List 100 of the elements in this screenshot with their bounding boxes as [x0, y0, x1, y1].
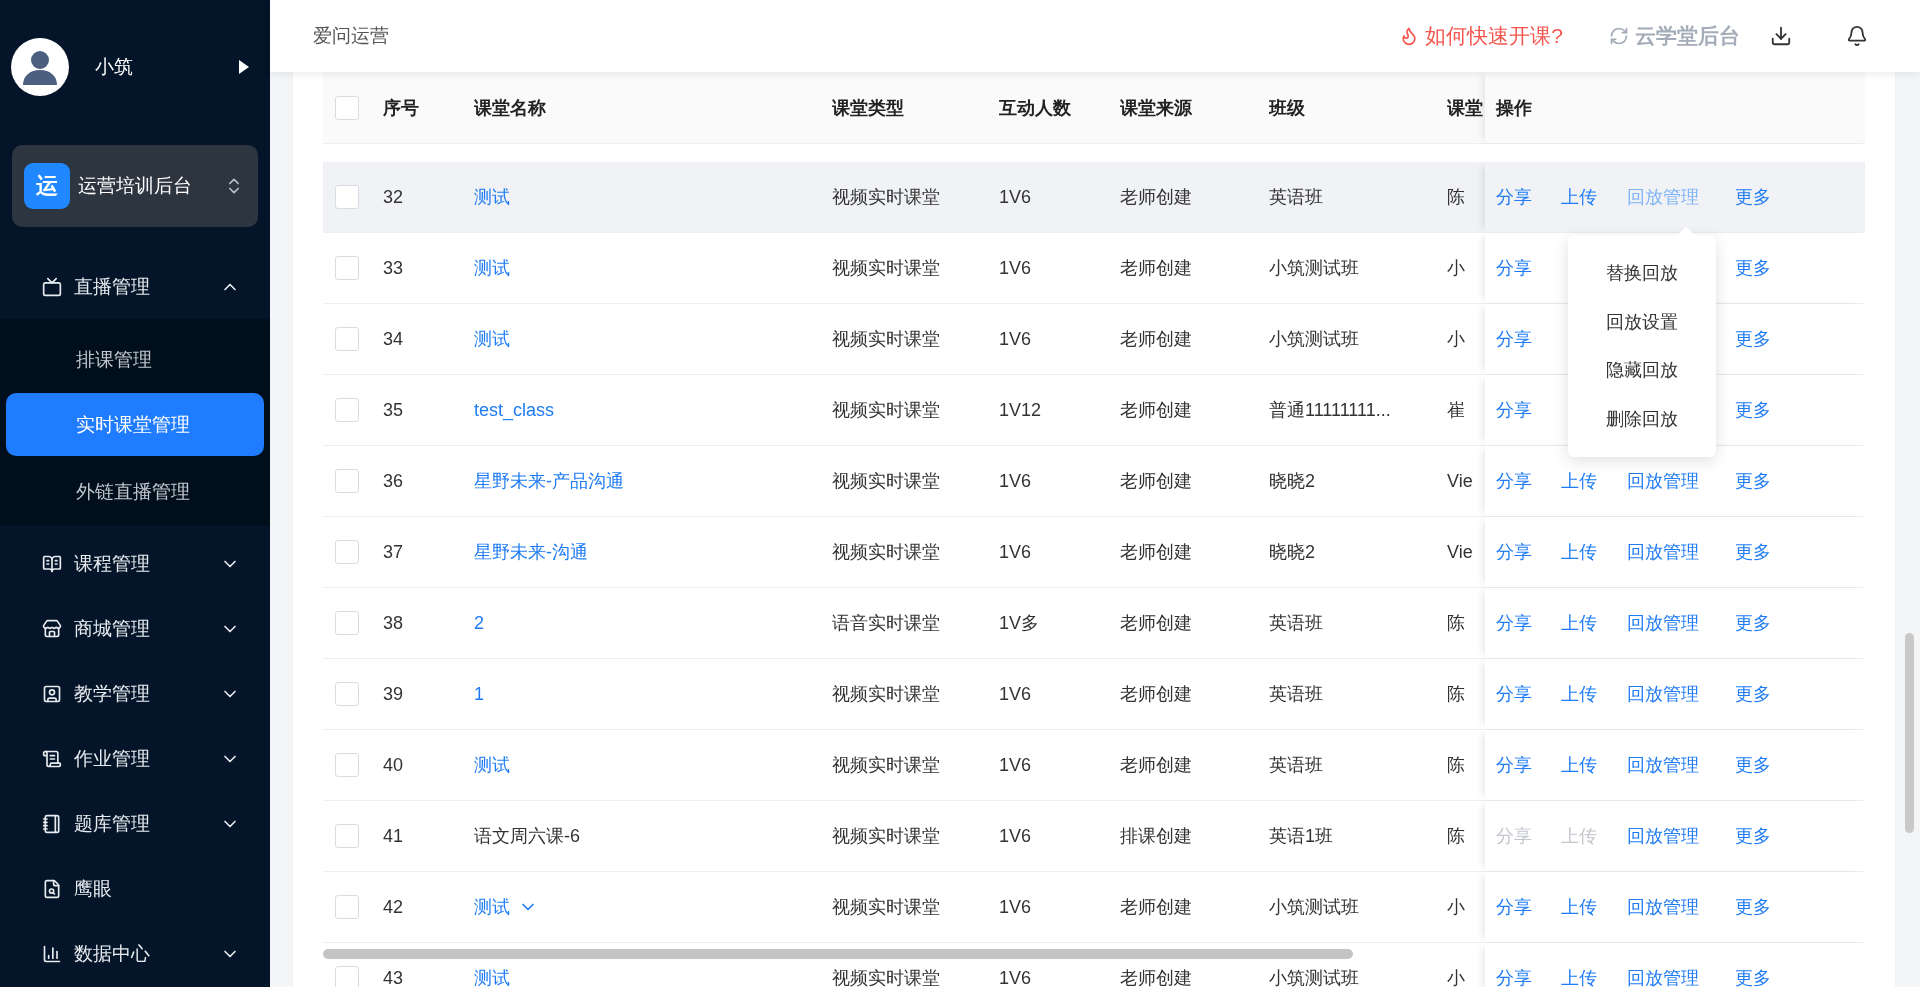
action-link[interactable]: 回放管理 — [1627, 966, 1699, 987]
class-name-link[interactable]: 星野未来-沟通 — [474, 540, 588, 564]
class-name-link[interactable]: 测试 — [474, 185, 510, 209]
submenu-item[interactable]: 实时课堂管理 — [6, 393, 264, 457]
action-link[interactable]: 分享 — [1496, 966, 1532, 987]
action-link[interactable]: 回放管理 — [1627, 682, 1699, 706]
table-cell-text: 1V6 — [999, 896, 1033, 918]
table-cell-text: 老师创建 — [1120, 186, 1193, 209]
row-checkbox[interactable] — [335, 540, 359, 564]
dropdown-item[interactable]: 替换回放 — [1568, 249, 1716, 298]
dropdown-item[interactable]: 隐藏回放 — [1568, 346, 1716, 395]
menu-item[interactable]: 鹰眼 — [0, 856, 270, 922]
class-name-link[interactable]: 测试 — [474, 753, 510, 777]
action-link[interactable]: 回放管理 — [1627, 824, 1699, 848]
menu-item[interactable]: 课程管理 — [0, 531, 270, 597]
class-name-link[interactable]: 2 — [474, 612, 484, 634]
action-link[interactable]: 回放管理 — [1627, 540, 1699, 564]
row-checkbox[interactable] — [335, 824, 359, 848]
action-link[interactable]: 更多 — [1735, 256, 1771, 280]
menu-item[interactable]: 教学管理 — [0, 661, 270, 727]
submenu-item[interactable]: 外链直播管理 — [0, 459, 270, 526]
action-link[interactable]: 更多 — [1735, 682, 1771, 706]
action-link[interactable]: 上传 — [1561, 611, 1597, 635]
menu-item[interactable]: 商城管理 — [0, 596, 270, 662]
action-link[interactable]: 回放管理 — [1627, 895, 1699, 919]
table-cell-text: 老师创建 — [1120, 896, 1193, 919]
table-cell-text: 陈 — [1447, 825, 1466, 848]
table-cell-text: 32 — [383, 186, 405, 208]
action-link[interactable]: 更多 — [1735, 824, 1771, 848]
row-checkbox[interactable] — [335, 682, 359, 706]
dropdown-item[interactable]: 回放设置 — [1568, 297, 1716, 346]
class-name-link[interactable]: 1 — [474, 683, 484, 705]
submenu-item[interactable]: 排课管理 — [0, 327, 270, 394]
menu-label: 商城管理 — [74, 616, 151, 641]
row-checkbox[interactable] — [335, 753, 359, 777]
action-link[interactable]: 分享 — [1496, 327, 1532, 351]
row-checkbox[interactable] — [335, 398, 359, 422]
caret-right-icon[interactable] — [238, 58, 250, 75]
action-link[interactable]: 更多 — [1735, 469, 1771, 493]
action-link[interactable]: 更多 — [1735, 327, 1771, 351]
action-link[interactable]: 更多 — [1735, 398, 1771, 422]
org-switcher[interactable]: 运 运营培训后台 — [12, 145, 258, 228]
help-link[interactable]: 如何快速开课? — [1399, 22, 1563, 50]
row-checkbox[interactable] — [335, 611, 359, 635]
action-link[interactable]: 更多 — [1735, 753, 1771, 777]
action-link[interactable]: 分享 — [1496, 611, 1532, 635]
vertical-scrollbar[interactable] — [1905, 633, 1914, 833]
action-link[interactable]: 更多 — [1735, 185, 1771, 209]
action-link[interactable]: 回放管理 — [1627, 611, 1699, 635]
menu-item[interactable]: 作业管理 — [0, 726, 270, 792]
id-card-icon — [42, 683, 62, 704]
action-link[interactable]: 更多 — [1735, 540, 1771, 564]
class-name-link[interactable]: 测试 — [474, 895, 538, 919]
action-link[interactable]: 上传 — [1561, 753, 1597, 777]
action-link[interactable]: 上传 — [1561, 682, 1597, 706]
action-link[interactable]: 分享 — [1496, 469, 1532, 493]
row-checkbox[interactable] — [335, 895, 359, 919]
action-link[interactable]: 上传 — [1561, 966, 1597, 987]
action-link[interactable]: 分享 — [1496, 185, 1532, 209]
table-cell-text: 视频实时课堂 — [832, 896, 941, 919]
action-link[interactable]: 回放管理 — [1627, 469, 1699, 493]
table-cell-text: 39 — [383, 683, 405, 705]
action-link[interactable]: 上传 — [1561, 185, 1597, 209]
action-link[interactable]: 分享 — [1496, 753, 1532, 777]
action-link[interactable]: 分享 — [1496, 895, 1532, 919]
action-link[interactable]: 分享 — [1496, 398, 1532, 422]
select-all-checkbox[interactable] — [335, 95, 359, 120]
horizontal-scrollbar[interactable] — [323, 949, 1353, 959]
switch-link[interactable]: 云学堂后台 — [1609, 22, 1740, 50]
column-header: 操作 — [1485, 72, 1865, 143]
action-link[interactable]: 上传 — [1561, 540, 1597, 564]
table-cell-text: 老师创建 — [1120, 257, 1193, 280]
action-link[interactable]: 更多 — [1735, 966, 1771, 987]
class-name-link[interactable]: 测试 — [474, 966, 510, 987]
row-checkbox[interactable] — [335, 469, 359, 493]
action-link[interactable]: 分享 — [1496, 256, 1532, 280]
avatar[interactable] — [11, 37, 69, 96]
class-name-link[interactable]: 星野未来-产品沟通 — [474, 469, 624, 493]
menu-item[interactable]: 直播管理 — [0, 254, 270, 320]
table-cell-text: 英语班 — [1269, 186, 1324, 209]
action-link[interactable]: 更多 — [1735, 611, 1771, 635]
menu-item[interactable]: 题库管理 — [0, 791, 270, 857]
action-link[interactable]: 上传 — [1561, 895, 1597, 919]
row-checkbox[interactable] — [335, 256, 359, 280]
class-name-link[interactable]: 测试 — [474, 256, 510, 280]
action-link[interactable]: 分享 — [1496, 540, 1532, 564]
bell-icon — [1846, 25, 1868, 47]
action-link[interactable]: 上传 — [1561, 469, 1597, 493]
class-name-link[interactable]: test_class — [474, 399, 555, 421]
action-link[interactable]: 分享 — [1496, 682, 1532, 706]
menu-item[interactable]: 数据中心 — [0, 921, 270, 987]
action-link[interactable]: 更多 — [1735, 895, 1771, 919]
table-cell-text: 40 — [383, 754, 405, 776]
row-checkbox[interactable] — [335, 966, 359, 987]
action-link[interactable]: 回放管理 — [1627, 753, 1699, 777]
row-checkbox[interactable] — [335, 185, 359, 209]
dropdown-item[interactable]: 删除回放 — [1568, 394, 1716, 443]
row-checkbox[interactable] — [335, 327, 359, 351]
class-name-link[interactable]: 测试 — [474, 327, 510, 351]
table-cell-text: 1V6 — [999, 328, 1033, 350]
